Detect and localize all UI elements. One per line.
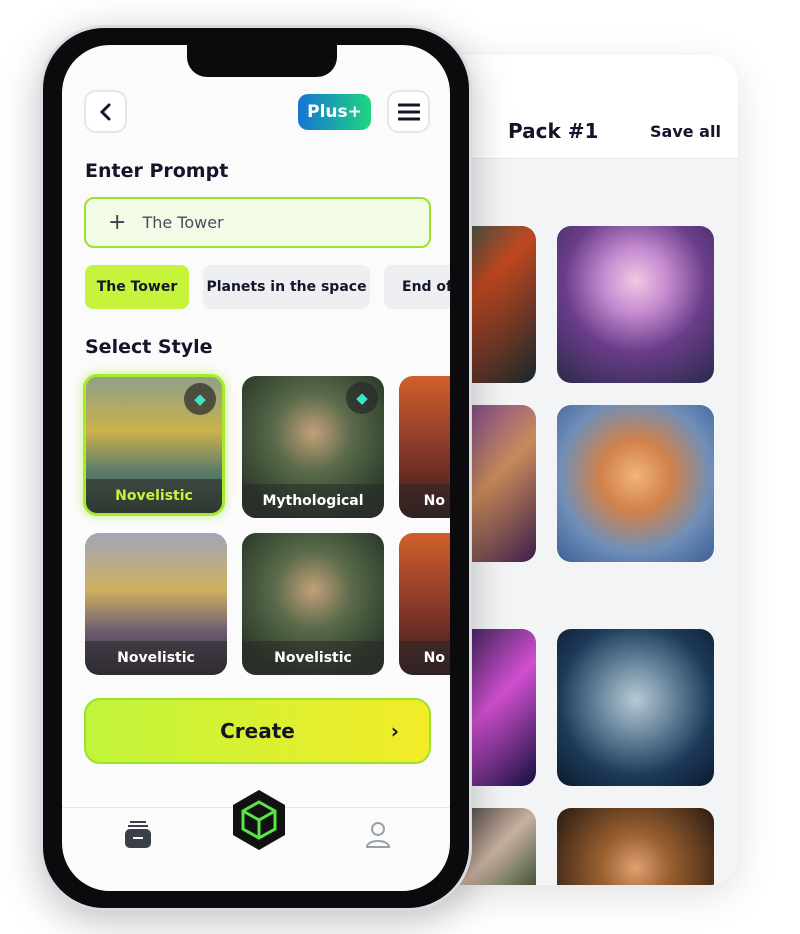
style-label: Novelistic (86, 479, 222, 513)
create-button[interactable]: Create › (84, 698, 431, 764)
style-label: Mythological (242, 484, 384, 518)
notch (187, 45, 337, 77)
chip-planets[interactable]: Planets in the space (203, 265, 370, 309)
chip-end[interactable]: End of the (384, 265, 450, 309)
save-all-button[interactable]: Save all (650, 122, 721, 141)
generated-image[interactable] (557, 405, 714, 562)
style-label: No (399, 484, 450, 518)
style-card-novelistic[interactable]: Novelistic (85, 533, 227, 675)
generated-image[interactable] (557, 629, 714, 786)
diamond-icon: ◆ (184, 383, 216, 415)
pack-title: Pack #1 (508, 119, 599, 143)
generated-image[interactable] (557, 808, 714, 885)
generated-image[interactable] (557, 226, 714, 383)
plus-badge[interactable]: Plus+ (298, 94, 371, 130)
style-card-partial[interactable]: No (399, 376, 450, 518)
style-card-partial[interactable]: No (399, 533, 450, 675)
chevron-left-icon (99, 103, 110, 120)
app-logo-cube-icon[interactable] (229, 788, 289, 852)
diamond-icon: ◆ (346, 382, 378, 414)
create-label: Create (220, 719, 295, 743)
chevron-right-icon: › (390, 719, 399, 743)
style-card-novelistic[interactable]: Novelistic (242, 533, 384, 675)
library-icon[interactable] (124, 820, 152, 850)
style-label: Novelistic (242, 641, 384, 675)
create-screen: Plus+ Enter Prompt + The Tower The Tower… (62, 45, 450, 891)
select-style-heading: Select Style (85, 336, 213, 358)
style-card-mythological[interactable]: ◆ Mythological (242, 376, 384, 518)
hamburger-icon (397, 103, 420, 120)
enter-prompt-heading: Enter Prompt (85, 160, 229, 182)
style-label: No (399, 641, 450, 675)
style-card-novelistic[interactable]: ◆ Novelistic (83, 374, 225, 516)
prompt-input[interactable]: + The Tower (84, 197, 431, 248)
user-profile-icon[interactable] (365, 821, 391, 849)
chip-the-tower[interactable]: The Tower (85, 265, 189, 309)
back-button[interactable] (84, 90, 127, 133)
plus-icon: + (108, 210, 127, 235)
style-label: Novelistic (85, 641, 227, 675)
prompt-value: The Tower (142, 213, 224, 232)
menu-button[interactable] (387, 90, 430, 133)
phone-frame: Plus+ Enter Prompt + The Tower The Tower… (40, 25, 472, 911)
